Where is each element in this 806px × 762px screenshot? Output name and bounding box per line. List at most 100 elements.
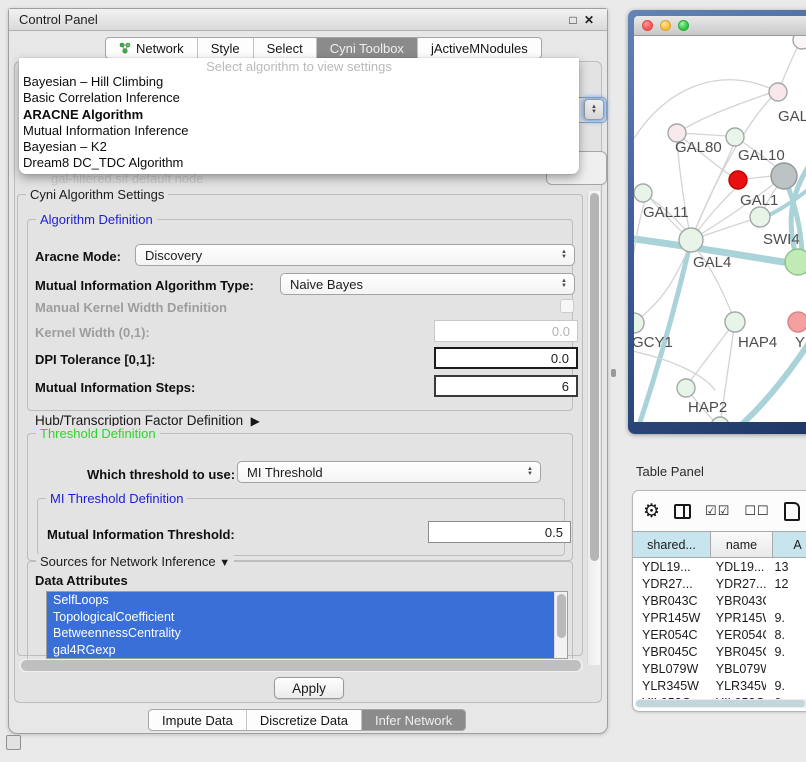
- unchecked-pair-icon[interactable]: ☐☐: [744, 503, 769, 519]
- table-row[interactable]: YDL19...YDL19...13: [633, 559, 806, 576]
- network-edge[interactable]: [634, 350, 715, 390]
- combo-value: MI Threshold: [247, 465, 323, 480]
- columns-icon[interactable]: [674, 504, 691, 519]
- network-canvas[interactable]: GALGAL80GAL10GAL1GAL11SWI4GAL4GCY1HAP4YH…: [634, 36, 806, 422]
- network-node[interactable]: [725, 312, 745, 332]
- network-node[interactable]: [634, 184, 652, 202]
- network-node[interactable]: [679, 228, 703, 252]
- table-toolbar: ⚙ ☑☑ ☐☐: [633, 491, 806, 531]
- network-node[interactable]: [729, 171, 747, 189]
- settings-horizontal-scrollbar[interactable]: [19, 659, 583, 672]
- mi-threshold-input[interactable]: 0.5: [428, 521, 571, 543]
- network-node-label: HAP4: [738, 334, 777, 351]
- tab-jactivemnodules[interactable]: jActiveMNodules: [418, 38, 541, 58]
- column-header[interactable]: shared...: [633, 532, 711, 557]
- table-cell: YBR045C: [707, 644, 766, 661]
- tab-label: Discretize Data: [260, 713, 348, 728]
- document-icon[interactable]: [784, 502, 800, 521]
- network-node[interactable]: [769, 83, 787, 101]
- sources-expander[interactable]: Sources for Network Inference ▼: [36, 554, 234, 569]
- dropdown-item[interactable]: Bayesian – Hill Climbing: [19, 74, 579, 90]
- network-node[interactable]: [785, 249, 806, 275]
- attribute-list-item-selected[interactable]: gal4RGexp: [47, 642, 554, 659]
- tab-select[interactable]: Select: [254, 38, 317, 58]
- table-cell: YPR145W: [707, 610, 766, 627]
- minimize-traffic-light-icon[interactable]: [660, 20, 671, 31]
- chevron-updown-icon: ▲▼: [525, 462, 535, 482]
- column-header[interactable]: name: [711, 532, 773, 557]
- network-window-titlebar[interactable]: [634, 16, 806, 36]
- tab-cyni-toolbox[interactable]: Cyni Toolbox: [317, 38, 418, 58]
- combo-spinner-focused[interactable]: ▲▼: [584, 99, 604, 120]
- group-title: Sources for Network Inference: [40, 554, 216, 569]
- manual-kernel-checkbox[interactable]: [560, 299, 574, 313]
- expander-right-icon: ▶: [251, 414, 260, 428]
- control-panel-tabbar: Network Style Select Cyni Toolbox jActiv…: [105, 37, 542, 59]
- tab-style[interactable]: Style: [198, 38, 254, 58]
- table-horizontal-scrollbar[interactable]: [635, 699, 806, 708]
- panel-divider-grip[interactable]: [611, 369, 616, 377]
- manual-kernel-label: Manual Kernel Width Definition: [35, 300, 227, 315]
- which-threshold-select[interactable]: MI Threshold ▲▼: [237, 461, 541, 483]
- network-node[interactable]: [711, 417, 729, 422]
- table-cell: YLR345W: [707, 678, 766, 695]
- network-node[interactable]: [771, 163, 797, 189]
- table-cell: 9.: [766, 610, 806, 627]
- dropdown-item[interactable]: Dream8 DC_TDC Algorithm: [19, 155, 579, 171]
- tab-discretize-data[interactable]: Discretize Data: [247, 710, 362, 730]
- attribute-list-item-selected[interactable]: BetweennessCentrality: [47, 625, 554, 642]
- mi-algorithm-type-select[interactable]: Naive Bayes ▲▼: [280, 273, 575, 295]
- table-row[interactable]: YBL079WYBL079W: [633, 661, 806, 678]
- network-node-label: GAL1: [740, 192, 778, 209]
- mi-steps-input[interactable]: 6: [434, 375, 578, 397]
- dropdown-item[interactable]: Mutual Information Inference: [19, 123, 579, 139]
- table-panel: ⚙ ☑☑ ☐☐ shared...nameA YDL19...YDL19...1…: [632, 490, 806, 712]
- table-row[interactable]: YPR145WYPR145W9.: [633, 610, 806, 627]
- float-window-icon[interactable]: □: [565, 13, 581, 27]
- attribute-list-item-selected[interactable]: TopologicalCoefficient: [47, 609, 554, 626]
- table-panel-title: Table Panel: [636, 464, 704, 479]
- settings-vertical-scrollbar[interactable]: [587, 191, 600, 665]
- combo-value: Discovery: [145, 248, 202, 263]
- tab-label: jActiveMNodules: [431, 41, 528, 56]
- table-cell: YPR145W: [633, 610, 707, 627]
- network-node[interactable]: [793, 36, 806, 49]
- checked-pair-icon[interactable]: ☑☑: [705, 503, 730, 519]
- aracne-mode-select[interactable]: Discovery ▲▼: [135, 244, 575, 266]
- close-traffic-light-icon[interactable]: [642, 20, 653, 31]
- dpi-tolerance-input[interactable]: 0.0: [434, 347, 578, 369]
- close-window-icon[interactable]: ✕: [581, 13, 597, 27]
- table-row[interactable]: YLR345WYLR345W9.: [633, 678, 806, 695]
- collapsed-panel-button[interactable]: [6, 735, 21, 750]
- network-node[interactable]: [677, 379, 695, 397]
- network-node[interactable]: [726, 128, 744, 146]
- network-node[interactable]: [788, 312, 806, 332]
- dropdown-item[interactable]: Basic Correlation Inference: [19, 90, 579, 106]
- attribute-list-item-selected[interactable]: SelfLoops: [47, 592, 554, 609]
- gear-icon[interactable]: ⚙: [643, 500, 660, 523]
- expander-down-icon: ▼: [219, 557, 230, 569]
- tab-infer-network[interactable]: Infer Network: [362, 710, 465, 730]
- data-attributes-list[interactable]: SelfLoopsTopologicalCoefficientBetweenne…: [46, 591, 568, 659]
- network-node-label: GAL4: [693, 254, 731, 271]
- dropdown-item[interactable]: Bayesian – K2: [19, 139, 579, 155]
- tab-network[interactable]: Network: [106, 38, 198, 58]
- network-node[interactable]: [750, 207, 770, 227]
- network-edge[interactable]: [677, 142, 691, 240]
- dropdown-item-selected[interactable]: ARACNE Algorithm: [19, 107, 579, 123]
- table-row[interactable]: YBR043CYBR043C: [633, 593, 806, 610]
- table-cell: YBL079W: [707, 661, 766, 678]
- zoom-traffic-light-icon[interactable]: [678, 20, 689, 31]
- table-row[interactable]: YBR045CYBR045C9.: [633, 644, 806, 661]
- network-view-window[interactable]: GALGAL80GAL10GAL1GAL11SWI4GAL4GCY1HAP4YH…: [628, 10, 806, 434]
- tab-label: Select: [267, 41, 303, 56]
- network-edge[interactable]: [677, 93, 770, 133]
- table-row[interactable]: YDR27...YDR27...12: [633, 576, 806, 593]
- kernel-width-input[interactable]: 0.0: [434, 320, 578, 342]
- table-row[interactable]: YER054CYER054C8.: [633, 627, 806, 644]
- list-scrollbar[interactable]: [554, 592, 567, 658]
- column-header[interactable]: A: [773, 532, 806, 557]
- field-value: 0.0: [551, 351, 569, 366]
- apply-button[interactable]: Apply: [274, 677, 344, 699]
- tab-impute-data[interactable]: Impute Data: [149, 710, 247, 730]
